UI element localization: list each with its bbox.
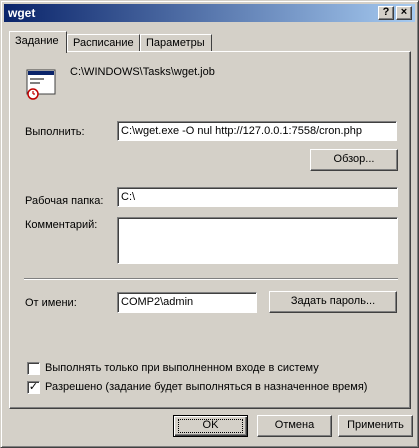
browse-button[interactable]: Обзор... — [310, 149, 398, 171]
runas-input[interactable]: COMP2\admin — [117, 292, 257, 313]
window-title: wget — [8, 6, 36, 20]
tab-task[interactable]: Задание — [9, 31, 67, 53]
focus-rect — [178, 419, 243, 433]
task-icon — [26, 69, 56, 100]
tab-settings[interactable]: Параметры — [140, 34, 212, 52]
workdir-value: C:\ — [121, 191, 136, 203]
task-panel: C:\WINDOWS\Tasks\wget.job Выполнить: C:\… — [9, 51, 411, 409]
tab-task-label: Задание — [15, 35, 59, 47]
only-logged-on-label[interactable]: Выполнять только при выполненном входе в… — [45, 362, 319, 374]
task-properties-dialog: wget ? × Задание Расписание Параметры C:… — [0, 0, 419, 448]
enabled-label[interactable]: Разрешено (задание будет выполняться в н… — [45, 381, 367, 393]
workdir-label: Рабочая папка: — [25, 195, 104, 207]
tab-schedule-label: Расписание — [73, 37, 134, 49]
close-icon[interactable]: × — [396, 6, 412, 20]
apply-button[interactable]: Применить — [338, 415, 413, 437]
tab-settings-label: Параметры — [146, 37, 205, 49]
tab-schedule[interactable]: Расписание — [67, 34, 140, 52]
run-command-input[interactable]: C:\wget.exe -O nul http://127.0.0.1:7558… — [117, 121, 397, 141]
divider — [24, 278, 398, 280]
help-icon[interactable]: ? — [378, 6, 394, 20]
title-bar: wget ? × — [4, 4, 415, 22]
comment-textarea[interactable] — [117, 217, 398, 264]
workdir-input[interactable]: C:\ — [117, 187, 398, 207]
ok-button[interactable]: OK — [173, 415, 248, 437]
only-logged-on-checkbox[interactable] — [27, 362, 40, 375]
check-icon: ✓ — [28, 381, 39, 393]
task-path: C:\WINDOWS\Tasks\wget.job — [70, 66, 215, 78]
runas-label: От имени: — [25, 297, 77, 309]
enabled-checkbox[interactable]: ✓ — [27, 381, 40, 394]
run-label: Выполнить: — [25, 126, 85, 138]
set-password-button[interactable]: Задать пароль... — [269, 291, 397, 313]
comment-label: Комментарий: — [25, 219, 98, 231]
runas-value: COMP2\admin — [121, 296, 194, 308]
cancel-button[interactable]: Отмена — [257, 415, 332, 437]
run-command-value: C:\wget.exe -O nul http://127.0.0.1:7558… — [121, 125, 362, 137]
